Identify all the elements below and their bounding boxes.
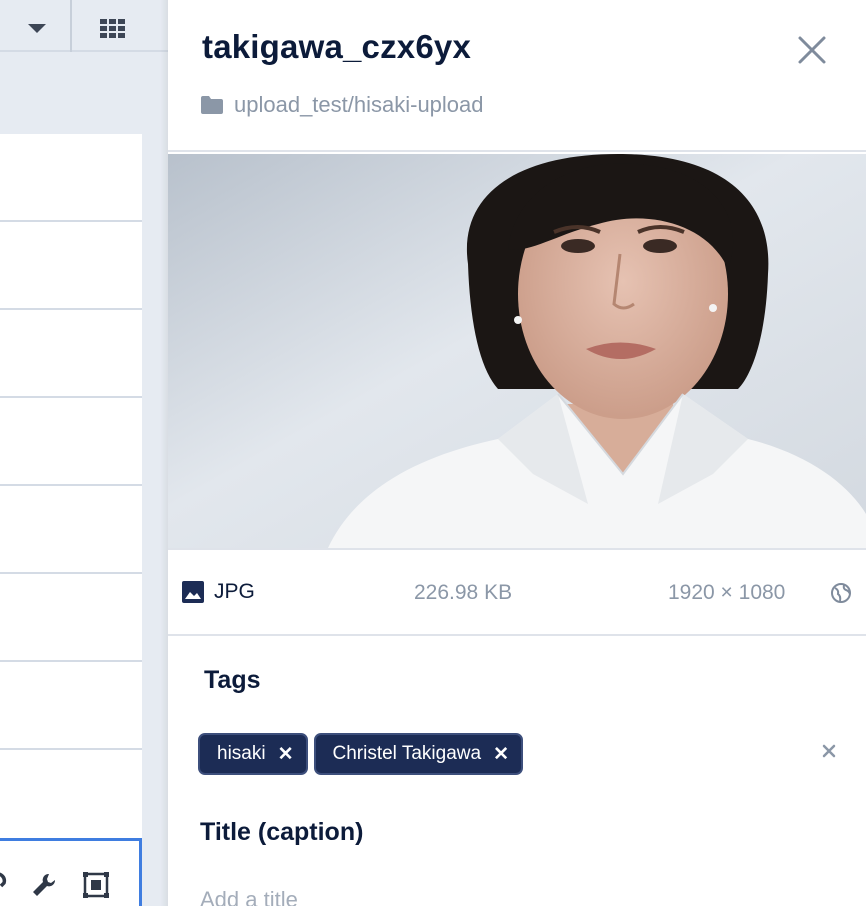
remove-tag-icon[interactable]: ✕ <box>493 743 509 766</box>
grid-view-button[interactable] <box>84 10 140 46</box>
clear-tags-button[interactable] <box>818 740 840 762</box>
clear-icon <box>822 744 836 758</box>
tag-label: Christel Takigawa <box>332 743 482 764</box>
list-item[interactable] <box>0 486 142 574</box>
image-dimensions: 1920 × 1080 <box>668 581 786 604</box>
list-item[interactable] <box>0 134 142 222</box>
list-item[interactable] <box>0 662 142 750</box>
close-icon <box>798 36 826 64</box>
details-header: takigawa_czx6yx upload_test/hisaki-uploa… <box>168 0 866 152</box>
list-item[interactable] <box>0 310 142 398</box>
folder-path[interactable]: upload_test/hisaki-upload <box>234 92 484 118</box>
crop-focus-icon[interactable] <box>82 871 110 903</box>
file-type-label: JPG <box>214 580 255 603</box>
tag-label: hisaki <box>217 743 266 764</box>
close-button[interactable] <box>792 30 832 70</box>
file-type: JPG <box>182 580 255 604</box>
folder-icon <box>201 96 223 114</box>
caption-heading: Title (caption) <box>200 818 364 846</box>
globe-icon[interactable] <box>830 582 854 606</box>
list-item[interactable] <box>0 222 142 310</box>
image-icon <box>182 581 204 603</box>
list-item[interactable] <box>0 574 142 662</box>
asset-list <box>0 134 142 840</box>
asset-action-toolbar <box>0 838 142 906</box>
tag-christel-takigawa[interactable]: Christel Takigawa ✕ <box>313 733 523 775</box>
link-icon[interactable] <box>0 871 14 899</box>
asset-details-drawer: takigawa_czx6yx upload_test/hisaki-uploa… <box>168 0 866 906</box>
remove-tag-icon[interactable]: ✕ <box>278 743 294 766</box>
top-toolbar <box>0 0 168 52</box>
tags-heading: Tags <box>204 666 261 694</box>
wrench-icon[interactable] <box>30 871 58 903</box>
drawer-shadow <box>160 0 168 906</box>
caret-down-icon <box>28 23 46 33</box>
asset-list-panel <box>0 0 168 906</box>
sort-dropdown-button[interactable] <box>0 0 72 52</box>
tags-list: hisaki ✕ Christel Takigawa ✕ <box>198 733 523 775</box>
list-item[interactable] <box>0 398 142 486</box>
caption-input[interactable] <box>200 880 820 906</box>
file-size: 226.98 KB <box>414 581 513 604</box>
image-preview <box>168 154 866 548</box>
folder-breadcrumb[interactable]: upload_test/hisaki-upload <box>200 92 484 118</box>
grid-view-icon <box>99 18 125 38</box>
tag-hisaki[interactable]: hisaki ✕ <box>198 733 308 775</box>
asset-title: takigawa_czx6yx <box>202 28 472 65</box>
file-meta-bar: JPG 226.98 KB 1920 × 1080 <box>168 548 866 636</box>
